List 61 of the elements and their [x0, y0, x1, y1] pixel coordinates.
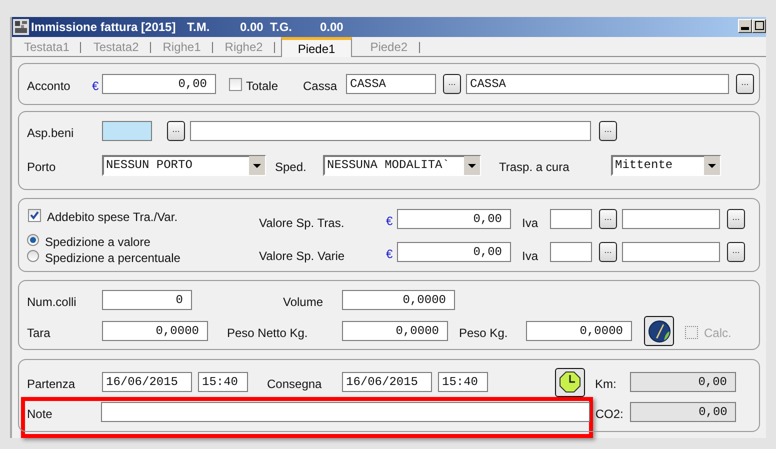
field-label: Trasp. a cura [499, 159, 570, 174]
code-field[interactable]: CASSA [346, 74, 436, 94]
field-label: Porto [27, 159, 57, 174]
number-field[interactable]: 0,0000 [342, 290, 455, 310]
lookup-button[interactable]: ... [727, 242, 745, 262]
currency-symbol: € [386, 213, 394, 228]
field-label: Km: [595, 376, 618, 390]
field-label: Cassa [303, 78, 338, 92]
lookup-button[interactable]: ... [736, 74, 754, 94]
field-label: Partenza [27, 376, 76, 390]
radio-label: Spedizione a valore [45, 234, 150, 248]
number-field[interactable]: 0,0000 [526, 321, 632, 341]
field-label: Sped. [275, 159, 308, 174]
time-field[interactable]: 15:40 [438, 372, 488, 392]
checkbox-label: Addebito spese Tra./Var. [47, 208, 178, 224]
dropdown[interactable]: Mittente [611, 155, 721, 176]
field-label: CO2: [595, 406, 624, 420]
lookup-button[interactable]: ... [727, 209, 745, 229]
number-field[interactable]: 0,0000 [102, 321, 208, 341]
field-label: Iva [522, 248, 540, 263]
tab[interactable]: Piede1 [280, 37, 352, 57]
field-label: Consegna [267, 376, 323, 390]
tg-value: 0.00 [320, 20, 344, 34]
amount-field[interactable]: 0,00 [102, 74, 216, 94]
field-label: Volume [283, 294, 324, 308]
number-field[interactable]: 0 [102, 290, 192, 310]
field-label: Iva [522, 215, 540, 230]
time-field[interactable]: 15:40 [198, 372, 248, 392]
field-label: Peso Kg. [459, 324, 509, 340]
date-field[interactable]: 16/06/2015 [342, 372, 432, 392]
number-field[interactable]: 0,0000 [342, 321, 448, 341]
field-label: Valore Sp. Tras. [259, 215, 346, 230]
readonly-field[interactable]: 0,00 [630, 402, 736, 422]
amount-field[interactable]: 0,00 [397, 242, 511, 262]
lookup-button[interactable]: ... [599, 209, 617, 229]
lookup-button[interactable]: ... [167, 121, 185, 141]
tg-label: T.G. [270, 20, 292, 34]
lookup-button[interactable]: ... [599, 121, 617, 141]
readonly-field[interactable]: 0,00 [630, 372, 736, 392]
tm-label: T.M. [187, 20, 210, 34]
dropdown[interactable]: NESSUN PORTO [102, 155, 266, 176]
checkbox-label: Calc. [704, 324, 732, 340]
checkbox-label: Totale [246, 78, 280, 92]
date-field[interactable]: 16/06/2015 [102, 372, 192, 392]
amount-field[interactable]: 0,00 [397, 209, 511, 229]
field-label: Asp.beni [27, 124, 75, 140]
description-field[interactable]: CASSA [466, 74, 729, 94]
field-label: Note [27, 406, 52, 420]
lookup-button[interactable]: ... [599, 242, 617, 262]
field-label: Valore Sp. Varie [259, 248, 346, 263]
field-label: Num.colli [27, 294, 78, 308]
field-label: Tara [27, 324, 52, 340]
field-label: Peso Netto Kg. [227, 324, 309, 340]
currency-symbol: € [386, 246, 394, 261]
dropdown[interactable]: NESSUNA MODALITA` [323, 155, 481, 176]
lookup-button[interactable]: ... [443, 74, 461, 94]
field-label: Acconto [27, 78, 72, 92]
tm-value: 0.00 [240, 20, 264, 34]
radio-label: Spedizione a percentuale [45, 250, 180, 264]
window-title: Immissione fattura [2015] [31, 20, 176, 34]
currency-symbol: € [92, 78, 100, 93]
